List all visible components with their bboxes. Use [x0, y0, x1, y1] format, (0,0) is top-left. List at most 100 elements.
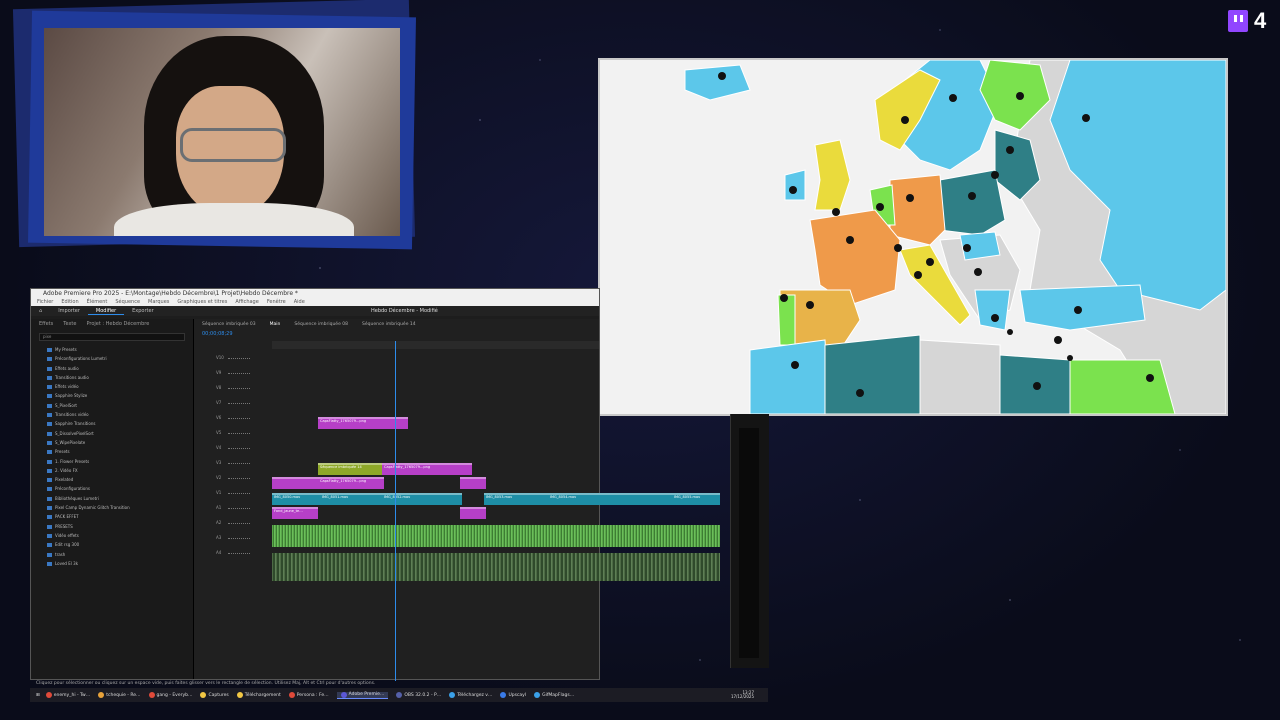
taskbar-item[interactable]: OBS 32.0.2 - P…	[396, 692, 441, 699]
track-toggle-icons[interactable]	[228, 373, 250, 378]
effect-item[interactable]: Préconfigurations Lumetri	[31, 354, 193, 363]
timeline-clip[interactable]: Fond_jaune_te…	[272, 507, 318, 519]
menu-graphiques[interactable]: Graphiques et titres	[177, 299, 227, 306]
tab-projet[interactable]: Projet : Hebdo Décembre	[86, 321, 149, 327]
taskbar-clock[interactable]: 13:27 17/12/2025	[731, 690, 768, 700]
effect-item[interactable]: Pixel Camp Dynamic Glitch Transition	[31, 503, 193, 512]
effect-item[interactable]: Sapphire Stylize	[31, 391, 193, 400]
taskbar-item[interactable]: Téléchargement	[236, 692, 281, 699]
effect-item[interactable]: Edit rsg 300	[31, 540, 193, 549]
timecode[interactable]: 00;00;08;29	[202, 331, 233, 337]
menu-element[interactable]: Élément	[87, 299, 108, 306]
effect-item[interactable]: Effets audio	[31, 364, 193, 373]
track-header[interactable]: V10	[198, 355, 268, 369]
menu-fichier[interactable]: Fichier	[37, 299, 53, 306]
track-toggle-icons[interactable]	[228, 493, 250, 498]
effects-search-input[interactable]: pixe	[39, 333, 185, 341]
track-header[interactable]: V1	[198, 490, 268, 504]
effect-item[interactable]: Transitions audio	[31, 373, 193, 382]
track-header[interactable]: V5	[198, 430, 268, 444]
effect-item[interactable]: Vidéo effets	[31, 531, 193, 540]
effect-item[interactable]: My Presets	[31, 345, 193, 354]
timeline-clip[interactable]	[460, 507, 486, 519]
track-header[interactable]: A1	[198, 505, 268, 519]
taskbar-item[interactable]: Upscayl	[500, 692, 526, 699]
track-toggle-icons[interactable]	[228, 538, 250, 543]
taskbar-item[interactable]: gang - Everyb…	[148, 692, 192, 699]
tab-sequence-08[interactable]: Séquence imbriquée 08	[294, 322, 348, 328]
time-ruler[interactable]	[272, 341, 599, 349]
menu-fenetre[interactable]: Fenêtre	[267, 299, 286, 306]
taskbar-item[interactable]: GifMapFlags…	[534, 692, 574, 699]
track-toggle-icons[interactable]	[228, 433, 250, 438]
effect-item[interactable]: Pixelated	[31, 475, 193, 484]
track-toggle-icons[interactable]	[228, 463, 250, 468]
track-header[interactable]: V8	[198, 385, 268, 399]
timeline-clip[interactable]: IMG_8052.mov	[382, 493, 462, 505]
menu-sequence[interactable]: Séquence	[115, 299, 140, 306]
playhead[interactable]	[395, 341, 396, 681]
taskbar-item[interactable]: Adobe Premie…	[336, 691, 389, 699]
menu-marques[interactable]: Marques	[148, 299, 169, 306]
effect-item[interactable]: Transitions vidéo	[31, 410, 193, 419]
timeline-clip[interactable]: IMG_8051.mov	[320, 493, 384, 505]
track-toggle-icons[interactable]	[228, 508, 250, 513]
effect-item[interactable]: PRESETS	[31, 522, 193, 531]
track-header[interactable]: A2	[198, 520, 268, 534]
track-toggle-icons[interactable]	[228, 478, 250, 483]
effect-item[interactable]: PACK EFFET	[31, 512, 193, 521]
track-header[interactable]: A3	[198, 535, 268, 549]
menu-edition[interactable]: Edition	[61, 299, 78, 306]
timeline-clip[interactable]: IMG_8055.mov	[672, 493, 720, 505]
track-toggle-icons[interactable]	[228, 403, 250, 408]
track-header[interactable]: V2	[198, 475, 268, 489]
track-header[interactable]: A4	[198, 550, 268, 564]
track-header[interactable]: V9	[198, 370, 268, 384]
track-toggle-icons[interactable]	[228, 388, 250, 393]
tab-sequence-03[interactable]: Séquence imbriquée 03	[202, 322, 256, 328]
timeline-clip[interactable]: IMG_8050.mov	[272, 493, 322, 505]
taskbar-item[interactable]: Persona : Fe…	[288, 692, 329, 699]
home-icon[interactable]: ⌂	[31, 308, 50, 314]
effect-item[interactable]: S_PixelSort	[31, 401, 193, 410]
audio-track-1-waveform[interactable]	[272, 525, 720, 547]
effect-item[interactable]: Bibliothèques Lumetri	[31, 494, 193, 503]
track-header[interactable]: V4	[198, 445, 268, 459]
timeline-clip[interactable]: IMG_8054.mov	[548, 493, 674, 505]
tab-importer[interactable]: Importer	[50, 308, 88, 314]
timeline-clip[interactable]	[272, 477, 318, 489]
effect-item[interactable]: Effets vidéo	[31, 382, 193, 391]
effect-item[interactable]: 1. Flower Presets	[31, 457, 193, 466]
tab-main[interactable]: Main	[270, 322, 281, 328]
menu-affichage[interactable]: Affichage	[235, 299, 259, 306]
track-toggle-icons[interactable]	[228, 448, 250, 453]
effect-item[interactable]: S_WipePixelate	[31, 438, 193, 447]
track-toggle-icons[interactable]	[228, 358, 250, 363]
taskbar-item[interactable]: tchequie - Re…	[98, 692, 141, 699]
tab-sequence-14[interactable]: Séquence imbriquée 14	[362, 322, 416, 328]
tab-modifier[interactable]: Modifier	[87, 308, 125, 315]
effect-item[interactable]: Sapphire Transitions	[31, 419, 193, 428]
taskbar-item[interactable]: Captures	[200, 692, 229, 699]
tab-effets[interactable]: Effets	[39, 321, 53, 327]
tab-texte[interactable]: Texte	[63, 321, 76, 327]
menu-aide[interactable]: Aide	[294, 299, 305, 306]
track-header[interactable]: V6	[198, 415, 268, 429]
tab-exporter[interactable]: Exporter	[124, 308, 162, 314]
effect-item[interactable]: trash	[31, 550, 193, 559]
track-toggle-icons[interactable]	[228, 553, 250, 558]
effect-item[interactable]: Presets	[31, 447, 193, 456]
effect-item[interactable]: S_DissolvePixelSort	[31, 429, 193, 438]
timeline-clip[interactable]: Séquence imbriquée 14	[318, 463, 384, 475]
audio-track-2-waveform[interactable]	[272, 553, 720, 581]
taskbar-item[interactable]: Téléchargez v…	[449, 692, 492, 699]
track-header[interactable]: V3	[198, 460, 268, 474]
timeline-clip[interactable]: CapsFlatty_1765079…png	[318, 477, 384, 489]
timeline-clip[interactable]	[460, 477, 486, 489]
track-toggle-icons[interactable]	[228, 418, 250, 423]
effect-item[interactable]: 2. Vidéo FX	[31, 466, 193, 475]
effect-item[interactable]: Préconfigurations	[31, 484, 193, 493]
timeline-clip[interactable]: IMG_8053.mov	[484, 493, 550, 505]
taskbar-item[interactable]: enemy_hi - Tw…	[45, 692, 90, 699]
start-icon[interactable]: ⊞	[36, 693, 40, 698]
